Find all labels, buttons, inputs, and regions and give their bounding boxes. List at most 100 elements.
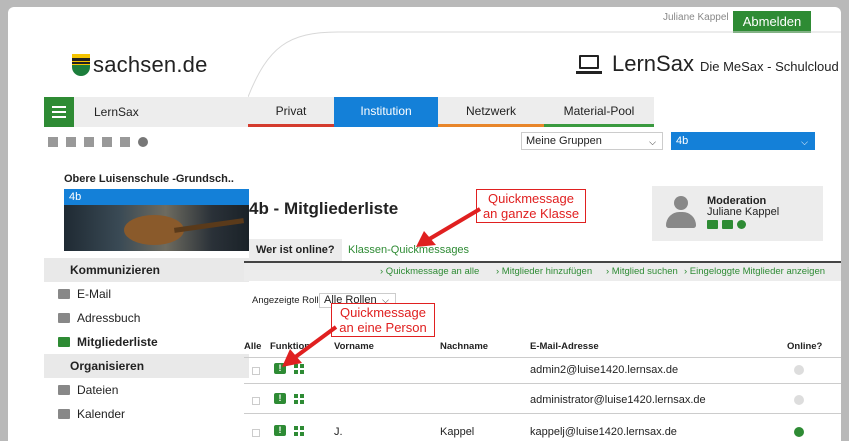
help-icon[interactable] — [138, 137, 148, 147]
tab-material-pool[interactable]: Material-Pool — [544, 97, 654, 127]
divider — [244, 383, 841, 384]
folder-icon — [58, 385, 70, 395]
sidebar-item-label: Adressbuch — [77, 311, 141, 325]
arrow-to-class-tab — [416, 207, 482, 247]
tab-wer-ist-online[interactable]: Wer ist online? — [249, 239, 342, 261]
username: Juliane Kappel — [663, 12, 729, 23]
sidebar-item-email[interactable]: E-Mail — [44, 282, 249, 306]
quickmessage-icon[interactable]: ! — [274, 425, 286, 436]
first-name: J. — [334, 426, 343, 438]
annotation-line: an ganze Klasse — [482, 206, 580, 221]
sidebar-item-kalender[interactable]: Kalender — [44, 402, 249, 426]
groups-select-value: Meine Gruppen — [526, 135, 602, 147]
email-address[interactable]: admin2@luise1420.lernsax.de — [530, 364, 678, 376]
quickmessage-icon[interactable] — [737, 220, 746, 229]
app-label: LernSax — [94, 105, 139, 119]
moderation-card: Moderation Juliane Kappel — [652, 186, 823, 241]
row-checkbox[interactable] — [252, 397, 260, 405]
section-kommunizieren: Kommunizieren — [44, 258, 249, 282]
bookmark-icon[interactable] — [84, 137, 94, 147]
email-address[interactable]: administrator@luise1420.lernsax.de — [530, 394, 706, 406]
sidebar-item-label: Mitgliederliste — [77, 335, 158, 349]
group-name[interactable]: 4b — [64, 189, 249, 205]
tab-label: Material-Pool — [563, 104, 635, 118]
function-grid-icon[interactable] — [294, 426, 305, 437]
online-status-icon — [794, 395, 804, 405]
divider — [244, 413, 841, 414]
groups-select[interactable]: Meine Gruppen ⌵ — [521, 132, 663, 150]
chat-icon[interactable] — [66, 137, 76, 147]
arrow-to-person-icon — [282, 325, 338, 367]
sidebar-item-label: Kalender — [77, 407, 126, 421]
chevron-down-icon: ⌵ — [801, 137, 808, 147]
col-online: Online? — [787, 341, 823, 352]
col-alle[interactable]: Alle — [244, 341, 261, 352]
group-photo — [64, 205, 249, 251]
tab-label: Institution — [360, 104, 412, 118]
saxony-coat-of-arms-icon — [72, 54, 90, 76]
row-checkbox[interactable] — [252, 429, 260, 437]
group-select-value: 4b — [676, 135, 689, 147]
tab-underline — [334, 124, 438, 127]
add-members-link[interactable]: › Mitglieder hinzufügen — [496, 266, 592, 277]
sidebar-item-mitgliederliste[interactable]: Mitgliederliste — [44, 330, 249, 354]
tab-underline — [248, 124, 334, 127]
annotation-line: Quickmessage — [340, 305, 426, 320]
last-name: Kappel — [440, 426, 475, 438]
tab-underline — [438, 124, 544, 127]
sachsen-logo[interactable]: sachsen.de — [72, 52, 208, 78]
members-icon — [58, 337, 70, 347]
page-title: 4b - Mitgliederliste — [249, 199, 399, 218]
row-checkbox[interactable] — [252, 367, 260, 375]
section-organisieren: Organisieren — [44, 354, 249, 378]
action-bar: › Quickmessage an alle › Mitglieder hinz… — [244, 261, 841, 281]
email-address[interactable]: kappelj@luise1420.lernsax.de — [530, 426, 677, 438]
tab-label: Privat — [275, 104, 307, 118]
quickmessage-all-link[interactable]: › Quickmessage an alle — [380, 266, 479, 277]
search-member-link[interactable]: › Mitglied suchen — [606, 266, 678, 277]
tab-institution[interactable]: Institution — [334, 97, 438, 127]
moderator-name: Juliane Kappel — [707, 206, 780, 218]
function-grid-icon[interactable] — [294, 394, 305, 405]
role-label: Angezeigte Rolle — [252, 295, 324, 306]
print-icon[interactable] — [120, 137, 130, 147]
mail-icon[interactable] — [722, 220, 733, 229]
app-menu: LernSax — [44, 97, 248, 127]
tab-privat[interactable]: Privat — [248, 97, 334, 127]
brand-name: LernSax — [612, 51, 694, 76]
annotation-line: Quickmessage — [488, 191, 574, 206]
avatar-body — [666, 212, 696, 228]
table-row: ! J. Kappel kappelj@luise1420.lernsax.de — [244, 420, 841, 441]
hamburger-menu-icon[interactable] — [44, 97, 74, 127]
contact-card-icon[interactable] — [707, 220, 718, 229]
table-row: ! administrator@luise1420.lernsax.de — [244, 388, 841, 414]
chevron-down-icon: ⌵ — [649, 137, 656, 147]
address-book-icon — [58, 313, 70, 323]
group-select[interactable]: 4b ⌵ — [671, 132, 815, 150]
school-name: Obere Luisenschule -Grundsch.. — [64, 173, 234, 185]
annotation-class-quickmessage: Quickmessage an ganze Klasse — [476, 189, 586, 223]
sidebar-item-label: Dateien — [77, 383, 119, 397]
main-nav: LernSax Privat Institution Netzwerk Mate… — [44, 97, 841, 127]
quickmessage-icon[interactable]: ! — [274, 393, 286, 404]
mail-icon — [58, 289, 70, 299]
calendar-icon — [58, 409, 70, 419]
tab-netzwerk[interactable]: Netzwerk — [438, 97, 544, 127]
laptop-icon — [576, 53, 602, 75]
logo-text: sachsen.de — [93, 52, 208, 77]
tab-underline — [544, 124, 654, 127]
annotation-person-quickmessage: Quickmessage an eine Person — [331, 303, 435, 337]
sidebar-item-adressbuch[interactable]: Adressbuch — [44, 306, 249, 330]
online-status-icon — [794, 427, 804, 437]
avatar — [674, 196, 688, 210]
show-logged-in-link[interactable]: › Eingeloggte Mitglieder anzeigen — [684, 266, 825, 277]
col-email[interactable]: E-Mail-Adresse — [530, 341, 599, 352]
sitemap-icon[interactable] — [48, 137, 58, 147]
col-nachname[interactable]: Nachname — [440, 341, 488, 352]
tab-label: Netzwerk — [465, 104, 516, 118]
brand-subtitle: Die MeSax - Schulcloud — [699, 58, 839, 74]
sidebar-item-label: E-Mail — [77, 287, 112, 301]
login-icon[interactable] — [102, 137, 112, 147]
sidebar-item-dateien[interactable]: Dateien — [44, 378, 249, 402]
lernsax-brand: LernSax Die MeSax - Schulcloud — [576, 51, 839, 77]
